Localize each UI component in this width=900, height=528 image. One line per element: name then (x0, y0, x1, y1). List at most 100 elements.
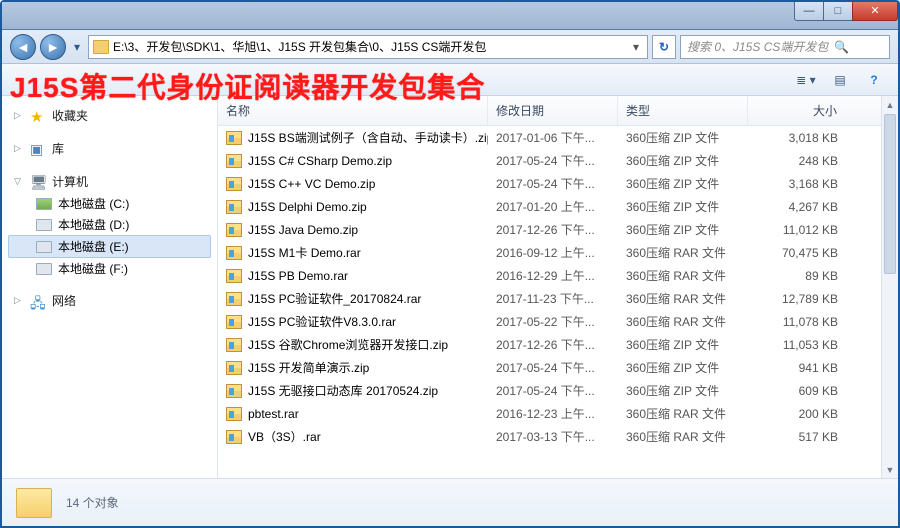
back-button[interactable]: ◄ (10, 34, 36, 60)
file-size: 4,267 KB (748, 198, 898, 216)
refresh-button[interactable]: ↻ (652, 35, 676, 59)
computer-icon: 🖥 (30, 174, 46, 190)
file-date: 2017-05-24 下午... (488, 357, 618, 378)
file-name: J15S 谷歌Chrome浏览器开发接口.zip (248, 336, 448, 353)
nav-computer[interactable]: ▽ 🖥 计算机 (8, 170, 217, 193)
file-row[interactable]: J15S BS端测试例子（含自动、手动读卡）.zip2017-01-06 下午.… (218, 126, 898, 149)
view-options-button[interactable]: ≣ ▾ (792, 69, 820, 91)
col-date[interactable]: 修改日期 (488, 96, 618, 125)
file-date: 2017-05-24 下午... (488, 150, 618, 171)
history-dropdown[interactable]: ▾ (70, 38, 84, 56)
file-row[interactable]: J15S 开发简单演示.zip2017-05-24 下午...360压缩 ZIP… (218, 356, 898, 379)
file-type: 360压缩 RAR 文件 (618, 403, 748, 424)
path-input[interactable] (113, 40, 625, 54)
file-size: 3,168 KB (748, 175, 898, 193)
file-row[interactable]: VB（3S）.rar2017-03-13 下午...360压缩 RAR 文件51… (218, 425, 898, 448)
archive-icon (226, 361, 242, 375)
file-row[interactable]: J15S Delphi Demo.zip2017-01-20 上午...360压… (218, 195, 898, 218)
archive-icon (226, 407, 242, 421)
archive-icon (226, 269, 242, 283)
file-row[interactable]: J15S C++ VC Demo.zip2017-05-24 下午...360压… (218, 172, 898, 195)
forward-button[interactable]: ► (40, 34, 66, 60)
file-row[interactable]: J15S C# CSharp Demo.zip2017-05-24 下午...3… (218, 149, 898, 172)
search-placeholder: 搜索 0、J15S CS端开发包 (687, 38, 828, 55)
drive-icon (36, 241, 52, 253)
search-box[interactable]: 搜索 0、J15S CS端开发包 🔍 (680, 35, 890, 59)
search-icon: 🔍 (834, 40, 849, 54)
file-date: 2017-11-23 下午... (488, 288, 618, 309)
file-type: 360压缩 RAR 文件 (618, 426, 748, 447)
file-date: 2017-05-24 下午... (488, 380, 618, 401)
file-size: 12,789 KB (748, 290, 898, 308)
file-row[interactable]: pbtest.rar2016-12-23 上午...360压缩 RAR 文件20… (218, 402, 898, 425)
expand-icon: ▷ (14, 110, 24, 121)
drive-item[interactable]: 本地磁盘 (D:) (8, 214, 217, 235)
col-type[interactable]: 类型 (618, 96, 748, 125)
file-type: 360压缩 ZIP 文件 (618, 173, 748, 194)
drive-icon (36, 263, 52, 275)
col-size[interactable]: 大小 (748, 96, 898, 125)
nav-favorites-label: 收藏夹 (52, 107, 88, 124)
file-size: 89 KB (748, 267, 898, 285)
file-row[interactable]: J15S PB Demo.rar2016-12-29 上午...360压缩 RA… (218, 264, 898, 287)
file-size: 70,475 KB (748, 244, 898, 262)
archive-icon (226, 154, 242, 168)
drive-label: 本地磁盘 (C:) (58, 195, 129, 212)
file-type: 360压缩 ZIP 文件 (618, 380, 748, 401)
scroll-thumb[interactable] (884, 114, 896, 274)
file-name: J15S PB Demo.rar (248, 269, 348, 283)
nav-favorites[interactable]: ▷ ★ 收藏夹 (8, 104, 217, 127)
nav-computer-label: 计算机 (52, 173, 88, 190)
file-row[interactable]: J15S PC验证软件V8.3.0.rar2017-05-22 下午...360… (218, 310, 898, 333)
file-name: J15S C++ VC Demo.zip (248, 177, 375, 191)
scroll-down-icon[interactable]: ▼ (882, 461, 898, 478)
network-icon: 🖧 (30, 293, 46, 309)
nav-network-label: 网络 (52, 292, 76, 309)
close-button[interactable]: ✕ (852, 2, 898, 21)
help-button[interactable]: ? (860, 69, 888, 91)
navigation-pane: ▷ ★ 收藏夹 ▷ ▣ 库 ▽ 🖥 计算机 本地磁盘 (C:)本地磁盘 (D (2, 96, 218, 478)
file-size: 11,078 KB (748, 313, 898, 331)
folder-icon (16, 488, 52, 518)
preview-pane-button[interactable]: ▤ (826, 69, 854, 91)
nav-libraries[interactable]: ▷ ▣ 库 (8, 137, 217, 160)
file-date: 2017-01-06 下午... (488, 127, 618, 148)
scroll-up-icon[interactable]: ▲ (882, 96, 898, 113)
file-name: J15S Java Demo.zip (248, 223, 358, 237)
file-row[interactable]: J15S M1卡 Demo.rar2016-09-12 上午...360压缩 R… (218, 241, 898, 264)
file-date: 2017-12-26 下午... (488, 334, 618, 355)
path-box[interactable]: ▾ (88, 35, 648, 59)
drive-item[interactable]: 本地磁盘 (C:) (8, 193, 217, 214)
file-row[interactable]: J15S 谷歌Chrome浏览器开发接口.zip 2017-12-26 下午...… (218, 333, 898, 356)
drive-item[interactable]: 本地磁盘 (E:) (8, 235, 211, 258)
nav-network[interactable]: ▷ 🖧 网络 (8, 289, 217, 312)
file-size: 609 KB (748, 382, 898, 400)
file-name: J15S PC验证软件_20170824.rar (248, 290, 421, 307)
expand-icon: ▷ (14, 295, 24, 306)
scrollbar-vertical[interactable]: ▲ ▼ (881, 96, 898, 478)
minimize-button[interactable]: — (794, 2, 824, 21)
drive-label: 本地磁盘 (E:) (58, 238, 129, 255)
file-size: 941 KB (748, 359, 898, 377)
archive-icon (226, 200, 242, 214)
file-row[interactable]: J15S Java Demo.zip2017-12-26 下午...360压缩 … (218, 218, 898, 241)
file-type: 360压缩 ZIP 文件 (618, 219, 748, 240)
archive-icon (226, 292, 242, 306)
archive-icon (226, 177, 242, 191)
file-row[interactable]: J15S 无驱接口动态库 20170524.zip2017-05-24 下午..… (218, 379, 898, 402)
title-bar: — □ ✕ (2, 2, 898, 30)
nav-libraries-label: 库 (52, 140, 64, 157)
drive-item[interactable]: 本地磁盘 (F:) (8, 258, 217, 279)
archive-icon (226, 246, 242, 260)
file-size: 200 KB (748, 405, 898, 423)
file-row[interactable]: J15S PC验证软件_20170824.rar 2017-11-23 下午...… (218, 287, 898, 310)
file-name: pbtest.rar (248, 407, 299, 421)
file-name: J15S Delphi Demo.zip (248, 200, 367, 214)
address-bar: ◄ ► ▾ ▾ ↻ 搜索 0、J15S CS端开发包 🔍 (2, 30, 898, 64)
file-type: 360压缩 ZIP 文件 (618, 150, 748, 171)
file-date: 2016-12-29 上午... (488, 265, 618, 286)
file-size: 3,018 KB (748, 129, 898, 147)
maximize-button[interactable]: □ (823, 2, 853, 21)
star-icon: ★ (30, 108, 46, 124)
chevron-down-icon[interactable]: ▾ (629, 40, 643, 54)
